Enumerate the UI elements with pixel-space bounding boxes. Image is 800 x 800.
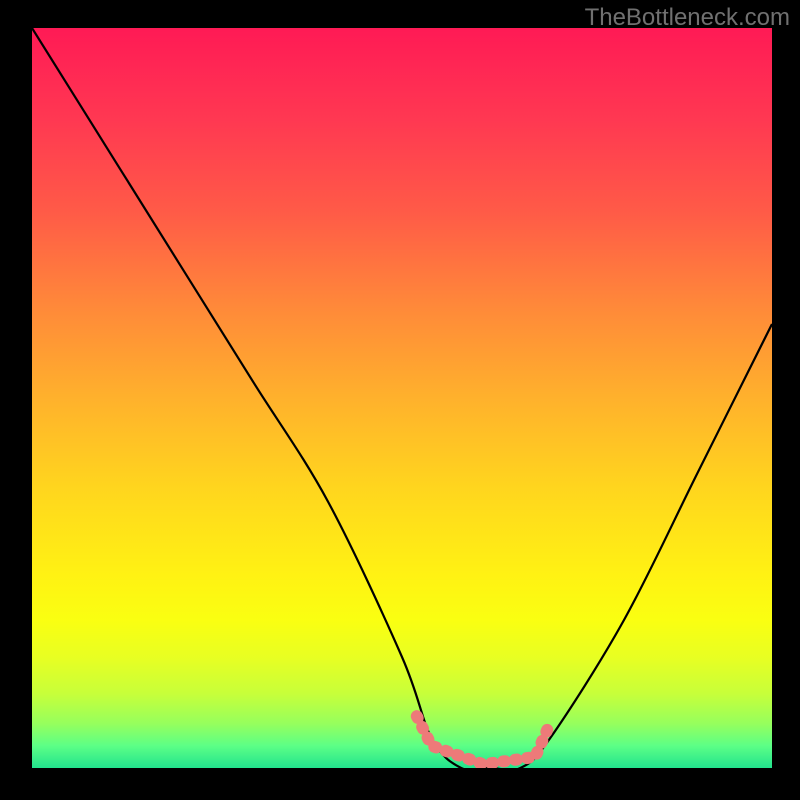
bottleneck-plot (32, 28, 772, 768)
watermark-text: TheBottleneck.com (585, 4, 790, 32)
gradient-background (32, 28, 772, 768)
